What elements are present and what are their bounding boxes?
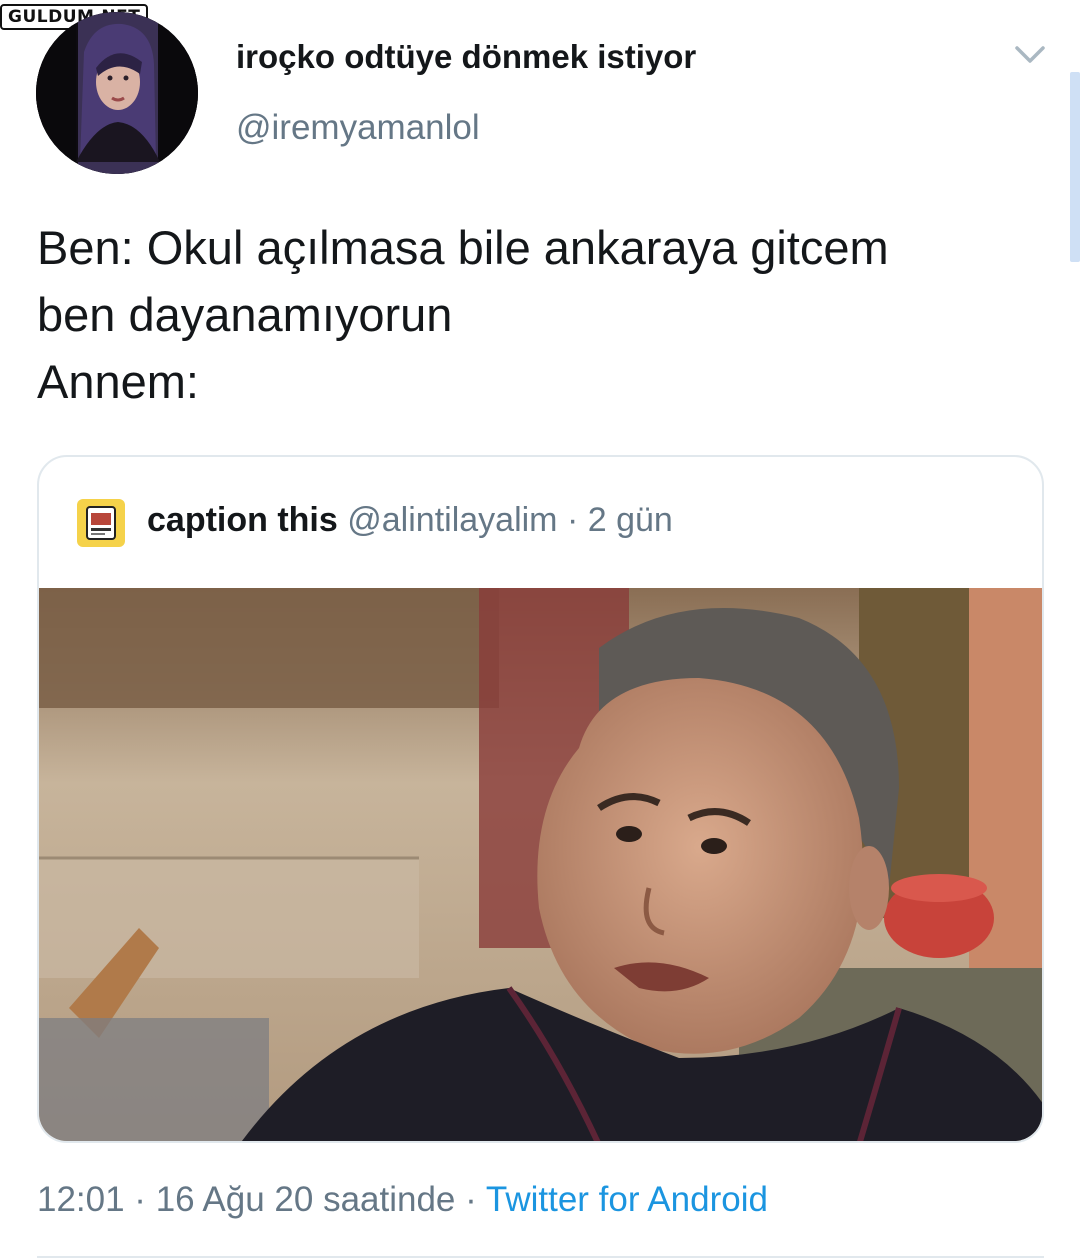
quoted-author-name[interactable]: caption this bbox=[147, 501, 338, 539]
author-handle[interactable]: @iremyamanlol bbox=[236, 108, 480, 148]
quoted-tweet-image[interactable] bbox=[39, 588, 1042, 1141]
scrollbar[interactable] bbox=[1070, 72, 1080, 262]
tweet-footer: 12:01 · 16 Ağu 20 saatinde · Twitter for… bbox=[37, 1178, 768, 1222]
quoted-author-meta: @alintilayalim · 2 gün bbox=[347, 501, 673, 539]
quoted-tweet-card[interactable]: caption this @alintilayalim · 2 gün bbox=[37, 455, 1044, 1143]
tweet-text: Ben: Okul açılmasa bile ankaraya gitcem … bbox=[37, 214, 1037, 415]
author-avatar[interactable] bbox=[36, 12, 198, 174]
tweet-timestamp[interactable]: 12:01 · 16 Ağu 20 saatinde · bbox=[37, 1180, 486, 1219]
quoted-tweet-header: caption this @alintilayalim · 2 gün bbox=[147, 497, 673, 543]
divider bbox=[37, 1256, 1044, 1258]
tweet-text-line: ben dayanamıyorun bbox=[37, 288, 453, 341]
chevron-down-icon[interactable] bbox=[1012, 36, 1048, 72]
tweet-text-line: Annem: bbox=[37, 355, 199, 408]
author-display-name[interactable]: iroçko odtüye dönmek istiyor bbox=[236, 38, 696, 76]
tweet-text-line: Ben: Okul açılmasa bile ankaraya gitcem bbox=[37, 221, 889, 274]
tweet-source-link[interactable]: Twitter for Android bbox=[486, 1180, 768, 1219]
avatar-photo bbox=[36, 12, 198, 174]
quoted-author-avatar[interactable] bbox=[77, 499, 125, 547]
